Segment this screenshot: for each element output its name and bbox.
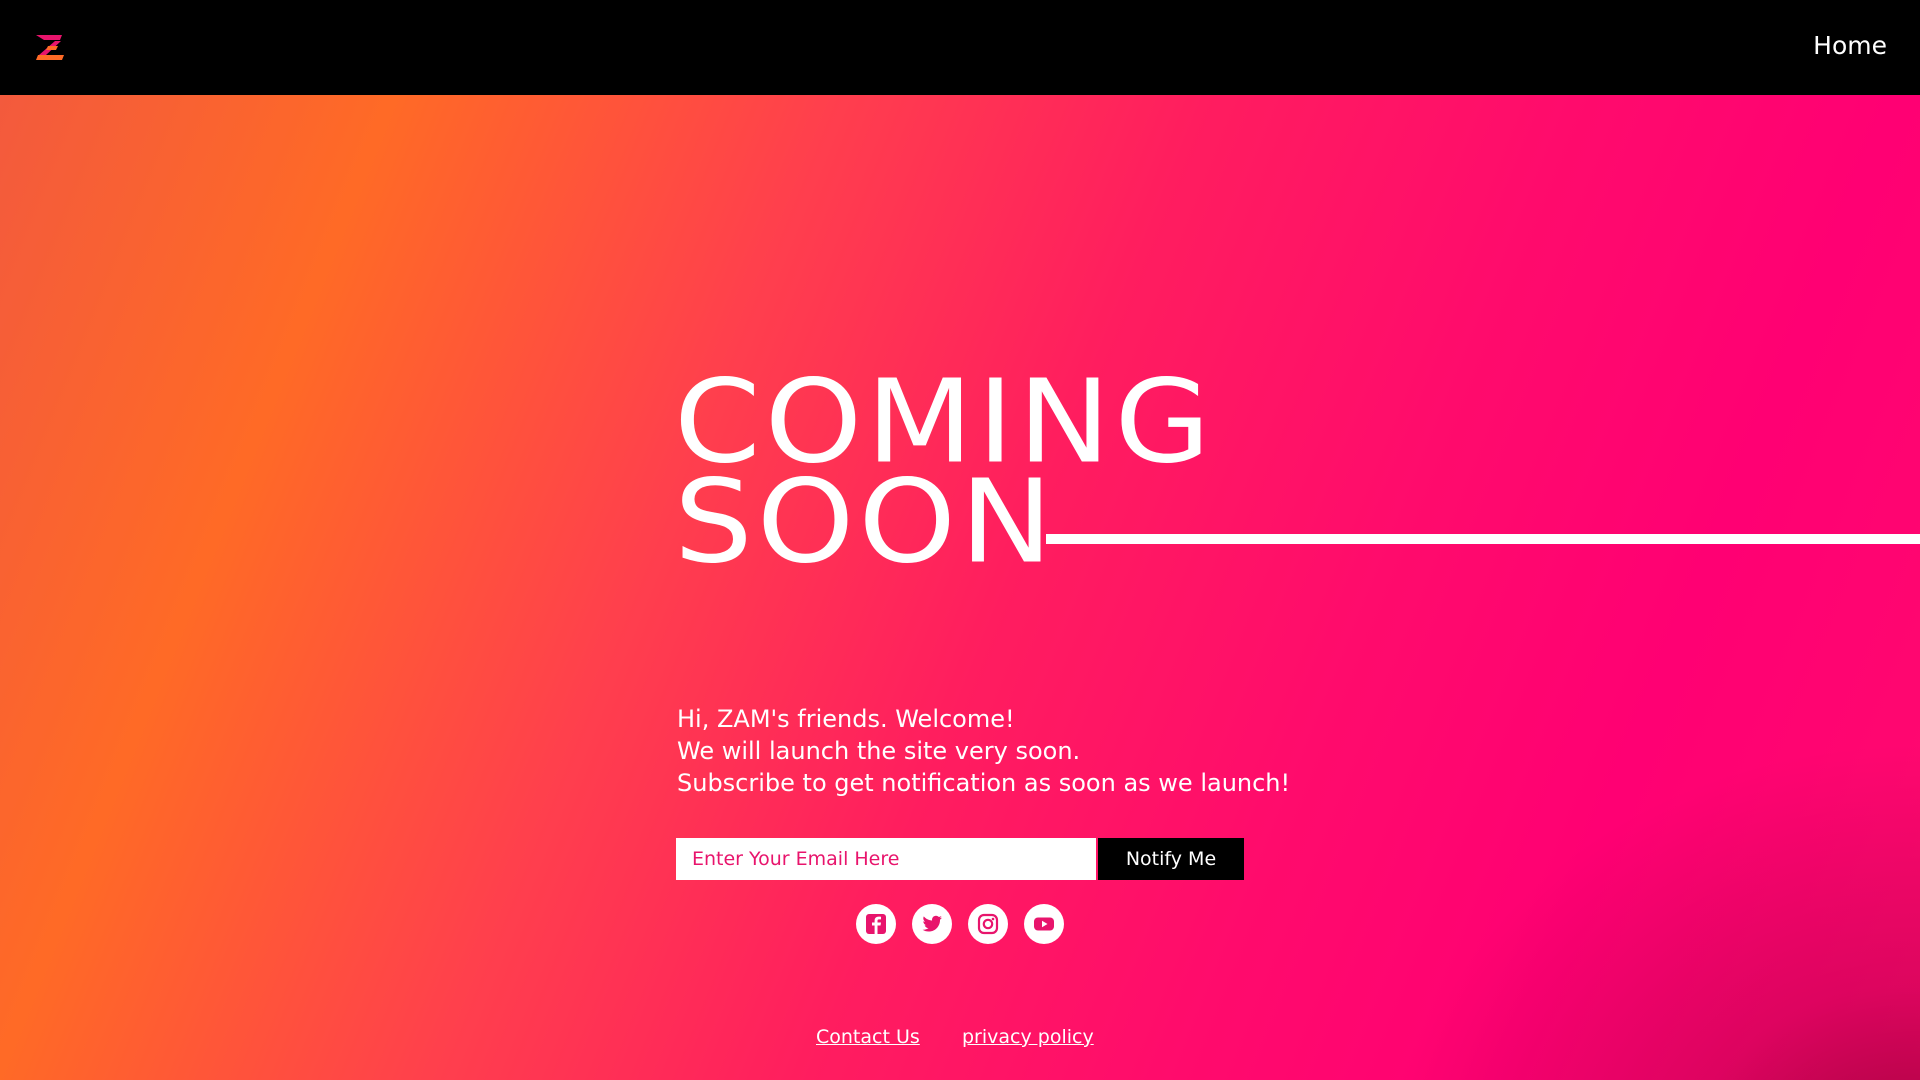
logo-z-icon <box>36 35 64 60</box>
logo[interactable] <box>34 33 66 61</box>
twitter-link[interactable] <box>912 904 952 944</box>
twitter-icon <box>922 915 942 932</box>
email-input[interactable] <box>676 838 1096 880</box>
facebook-link[interactable] <box>856 904 896 944</box>
intro-line-2: We will launch the site very soon. <box>677 737 1081 765</box>
intro-line-1: Hi, ZAM's friends. Welcome! <box>677 705 1015 733</box>
nav-home-link[interactable]: Home <box>1813 31 1887 60</box>
intro-text: Hi, ZAM's friends. Welcome! We will laun… <box>677 703 1290 799</box>
notify-me-button[interactable]: Notify Me <box>1098 838 1244 880</box>
instagram-icon <box>977 913 999 935</box>
contact-us-link[interactable]: Contact Us <box>816 1026 920 1048</box>
instagram-link[interactable] <box>968 904 1008 944</box>
privacy-policy-link[interactable]: privacy policy <box>962 1026 1094 1048</box>
title-decorative-line <box>1046 534 1920 544</box>
youtube-icon <box>1034 917 1054 931</box>
youtube-link[interactable] <box>1024 904 1064 944</box>
intro-line-3: Subscribe to get notification as soon as… <box>677 769 1291 797</box>
coming-soon-page: Home COMING SOON Hi, ZAM's friends. Welc… <box>0 0 1920 1080</box>
top-navigation-bar: Home <box>0 0 1920 95</box>
facebook-icon <box>866 914 886 934</box>
